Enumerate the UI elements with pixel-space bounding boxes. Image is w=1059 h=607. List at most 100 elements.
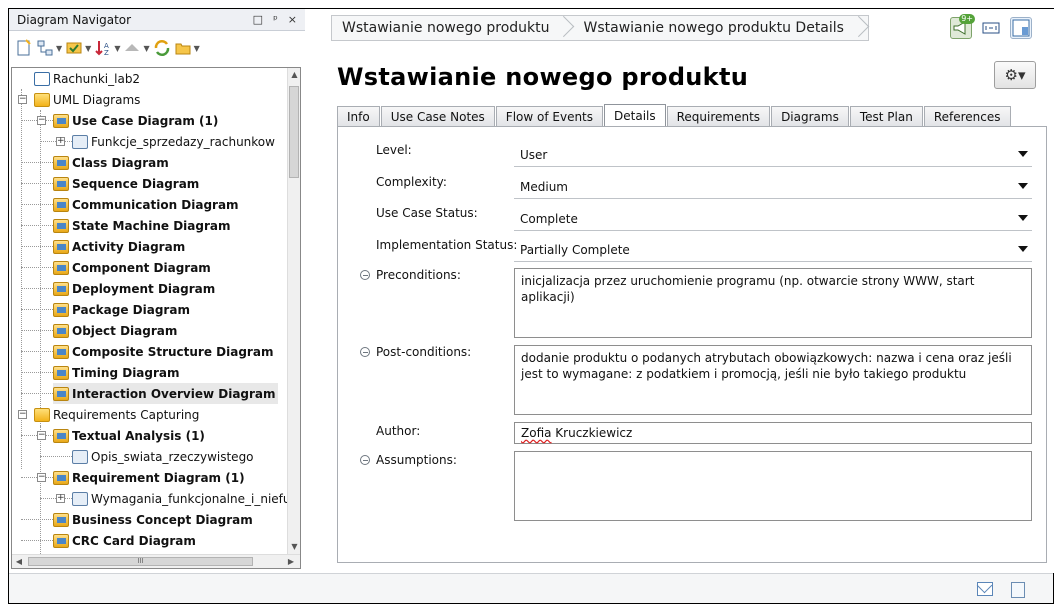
tree-item[interactable]: Opis_swiata_rzeczywistego <box>72 446 254 467</box>
tree-item[interactable]: Use Case Diagram (1) <box>53 110 218 131</box>
filter-button[interactable]: ▼ <box>65 39 91 57</box>
tree-item[interactable]: CRC Card Diagram <box>53 530 196 551</box>
close-icon[interactable]: × <box>288 13 297 26</box>
breadcrumb-item[interactable]: Wstawianie nowego produktu <box>332 16 559 40</box>
tree-item[interactable]: Requirements Capturing <box>34 404 199 425</box>
tree-item-label: Package Diagram <box>72 302 190 317</box>
collapse-icon[interactable] <box>360 270 370 280</box>
envelope-icon[interactable] <box>977 582 993 596</box>
tree-guide-line <box>40 426 41 554</box>
level-select[interactable]: User <box>514 143 1032 167</box>
post-conditions-textarea[interactable]: dodanie produktu o podanych atrybutach o… <box>514 345 1032 415</box>
tab-details[interactable]: Details <box>604 104 666 127</box>
navigate-up-button[interactable]: ▼ <box>123 39 150 57</box>
tree-item-label: Opis_swiata_rzeczywistego <box>91 449 254 464</box>
collapse-icon[interactable]: − <box>37 431 46 440</box>
tree-guide-line <box>21 351 53 352</box>
tree-item[interactable]: Interaction Overview Diagram <box>53 383 278 404</box>
author-label: Author: <box>376 424 421 438</box>
collapse-icon[interactable] <box>360 347 370 357</box>
sort-button[interactable]: A Z ▼ <box>94 39 120 57</box>
tab-references[interactable]: References <box>923 106 1011 126</box>
tree-item[interactable]: Wymagania_funkcjonalne_i_niefu <box>72 488 288 509</box>
new-diagram-button[interactable] <box>15 39 33 57</box>
tree-item[interactable]: Sequence Diagram <box>53 173 199 194</box>
expand-icon[interactable]: + <box>56 137 65 146</box>
tree-item[interactable]: Textual Analysis (1) <box>53 425 205 446</box>
tree-item[interactable]: Class Diagram <box>53 152 169 173</box>
tree-item-label: Textual Analysis (1) <box>72 428 205 443</box>
open-folder-button[interactable]: ▼ <box>174 39 200 57</box>
tree-guide-line <box>21 267 53 268</box>
tree-item[interactable]: Requirement Diagram (1) <box>53 467 245 488</box>
svg-text:Z: Z <box>104 49 109 57</box>
tree-item-label: Rachunki_lab2 <box>53 71 141 86</box>
tree-vertical-scrollbar[interactable]: ▲ ▼ <box>287 68 300 554</box>
scrollbar-thumb[interactable] <box>289 86 299 178</box>
author-last-name: Kruczkiewicz <box>551 426 633 440</box>
scroll-right-icon[interactable]: ▶ <box>284 555 298 568</box>
tree-item[interactable]: Package Diagram <box>53 299 190 320</box>
sequence-diagram-icon <box>53 176 69 191</box>
tree-item[interactable]: Object Diagram <box>53 320 177 341</box>
tab-test-plan[interactable]: Test Plan <box>849 106 923 126</box>
edit-note-icon[interactable] <box>1011 582 1025 598</box>
post-conditions-label: Post-conditions: <box>360 345 471 359</box>
fit-diagram-icon[interactable] <box>980 17 1002 39</box>
tree-item[interactable]: Composite Structure Diagram <box>53 341 273 362</box>
author-field[interactable]: Zofia Kruczkiewicz <box>514 422 1032 444</box>
tab-info[interactable]: Info <box>337 106 380 126</box>
use-case-status-select[interactable]: Complete <box>514 207 1032 231</box>
scroll-up-icon[interactable]: ▲ <box>288 68 300 82</box>
tree-guide-line <box>21 519 53 520</box>
post-conditions-label-text: Post-conditions: <box>376 345 472 359</box>
tree-item-label: UML Diagrams <box>53 92 141 107</box>
tree-item[interactable]: Component Diagram <box>53 257 211 278</box>
tree-horizontal-scrollbar[interactable]: ◀ III ▶ <box>12 554 300 568</box>
tree-item[interactable]: Deployment Diagram <box>53 278 215 299</box>
tree-item-label: Composite Structure Diagram <box>72 344 274 359</box>
tab-diagrams[interactable]: Diagrams <box>771 106 849 126</box>
dropdown-arrow-icon: ▼ <box>193 43 200 53</box>
restore-icon[interactable]: □ <box>253 13 263 26</box>
gear-menu-button[interactable]: ⚙▾ <box>994 61 1036 89</box>
breadcrumb-item-current[interactable]: Wstawianie nowego produktu Details <box>573 16 853 40</box>
tree-item[interactable]: Timing Diagram <box>53 362 180 383</box>
composite-structure-diagram-icon <box>53 344 69 359</box>
panel-layout-icon[interactable] <box>1010 17 1032 39</box>
collapse-icon[interactable] <box>360 455 370 465</box>
implementation-status-select[interactable]: Partially Complete <box>514 238 1032 262</box>
tab-requirements[interactable]: Requirements <box>666 106 771 126</box>
folder-icon <box>34 407 50 422</box>
tree-item[interactable]: Rachunki_lab2 <box>34 68 140 89</box>
diagram-file-icon <box>72 134 88 149</box>
tree-guide-line <box>21 246 53 247</box>
navigator-title: Diagram Navigator <box>17 12 132 27</box>
complexity-select[interactable]: Medium <box>514 175 1032 199</box>
pin-icon[interactable]: ᵖ <box>273 13 278 26</box>
tree-item[interactable]: UML Diagrams <box>34 89 140 110</box>
collapse-icon[interactable]: − <box>37 473 46 482</box>
hierarchy-button[interactable]: ▼ <box>36 39 62 57</box>
new-diagram-icon <box>17 39 31 56</box>
megaphone-icon[interactable]: 9+ <box>950 14 975 39</box>
tree-item[interactable]: State Machine Diagram <box>53 215 230 236</box>
scroll-left-icon[interactable]: ◀ <box>12 555 26 568</box>
top-toolbar: 9+ <box>950 14 1032 39</box>
tab-flow-of-events[interactable]: Flow of Events <box>495 106 604 126</box>
tab-use-case-notes[interactable]: Use Case Notes <box>380 106 495 126</box>
scrollbar-thumb[interactable]: III <box>28 557 253 566</box>
scroll-down-icon[interactable]: ▼ <box>288 540 300 554</box>
collapse-icon[interactable]: − <box>18 95 27 104</box>
collapse-icon[interactable]: − <box>18 410 27 419</box>
tree-item[interactable]: Activity Diagram <box>53 236 185 257</box>
tree-item[interactable]: Communication Diagram <box>53 194 239 215</box>
refresh-button[interactable] <box>153 39 171 57</box>
assumptions-textarea[interactable] <box>514 451 1032 521</box>
collapse-icon[interactable]: − <box>37 116 46 125</box>
class-diagram-icon <box>53 155 69 170</box>
preconditions-textarea[interactable]: inicjalizacja przez uruchomienie program… <box>514 268 1032 338</box>
expand-icon[interactable]: + <box>56 494 65 503</box>
tree-item[interactable]: Business Concept Diagram <box>53 509 253 530</box>
tree-item[interactable]: Funkcje_sprzedazy_rachunkow <box>72 131 275 152</box>
